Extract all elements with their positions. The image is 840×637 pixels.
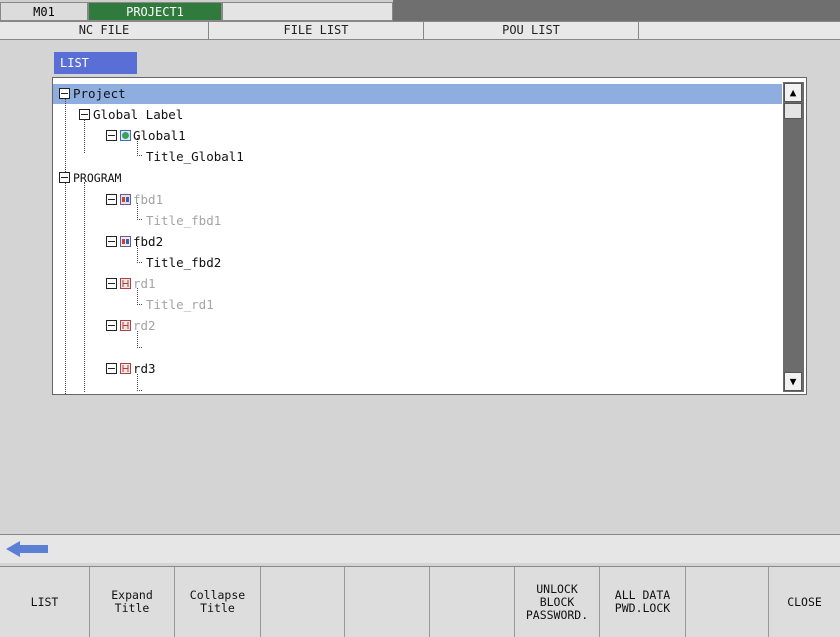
ladder-program-icon xyxy=(120,320,131,331)
tab-empty xyxy=(639,22,840,39)
fbd-program-icon xyxy=(120,194,131,205)
tree-guide-line xyxy=(137,219,142,220)
collapse-icon[interactable] xyxy=(106,278,117,289)
collapse-icon[interactable] xyxy=(59,172,70,183)
scroll-thumb[interactable] xyxy=(784,103,802,119)
tree-node-program[interactable]: PROGRAM xyxy=(59,168,121,188)
list-header: LIST xyxy=(54,52,137,74)
fkey-list-button[interactable]: LIST xyxy=(0,567,90,637)
tree-node-label: PROGRAM xyxy=(73,171,122,185)
tree-guide-line xyxy=(137,304,142,305)
function-key-bar: LIST Expand Title Collapse Title UNLOCK … xyxy=(0,566,840,637)
tree-panel: Project Global Label Global1 Title_Globa… xyxy=(52,77,807,395)
tree-node-title-fbd2[interactable]: Title_fbd2 xyxy=(146,253,221,273)
tree-node-label: rd3 xyxy=(133,361,156,376)
tree-node-global-label[interactable]: Global Label xyxy=(79,105,183,125)
collapse-icon[interactable] xyxy=(106,363,117,374)
tree-node-title-fbd1[interactable]: Title_fbd1 xyxy=(146,211,221,231)
tree-guide-line xyxy=(137,155,142,156)
tree-node-label: Title_fbd1 xyxy=(146,213,222,228)
tree-node-label: rd2 xyxy=(133,318,156,333)
status-bar: M01 PROJECT1 xyxy=(0,0,840,21)
fkey-all-data-pwd-lock-button[interactable]: ALL DATA PWD.LOCK xyxy=(600,567,686,637)
tree-guide-line xyxy=(65,96,66,394)
tree-node-rd2[interactable]: rd2 xyxy=(106,316,156,336)
tree-node-label: rd1 xyxy=(133,276,156,291)
tree-node-label: Title_rd1 xyxy=(146,297,214,312)
back-arrow-icon[interactable] xyxy=(6,540,48,558)
machine-label: M01 xyxy=(0,2,88,21)
tree-node-label: Global1 xyxy=(133,128,186,143)
fkey-empty-5[interactable] xyxy=(345,567,430,637)
fbd-program-icon xyxy=(120,236,131,247)
menu-tab-row: NC FILE FILE LIST POU LIST xyxy=(0,21,840,40)
project-name: PROJECT1 xyxy=(88,2,222,21)
tree-node-label: fbd1 xyxy=(133,192,164,207)
fkey-close-button[interactable]: CLOSE xyxy=(769,567,840,637)
collapse-icon[interactable] xyxy=(106,236,117,247)
fkey-empty-4[interactable] xyxy=(261,567,345,637)
tree-node-fbd2[interactable]: fbd2 xyxy=(106,232,163,252)
tree-node-label: Project xyxy=(73,86,126,101)
tree-node-global1[interactable]: Global1 xyxy=(106,126,186,146)
status-bar-fill xyxy=(393,0,840,21)
tree-guide-line xyxy=(137,390,142,391)
global-label-icon xyxy=(120,130,131,141)
fkey-empty-9[interactable] xyxy=(686,567,769,637)
tree-node-label: fbd2 xyxy=(133,234,164,249)
selected-row-highlight xyxy=(53,84,782,104)
fkey-empty-6[interactable] xyxy=(430,567,515,637)
tab-pou-list[interactable]: POU LIST xyxy=(424,22,639,39)
tree-guide-line xyxy=(137,347,142,348)
collapse-icon[interactable] xyxy=(79,109,90,120)
collapse-icon[interactable] xyxy=(59,88,70,99)
ladder-program-icon xyxy=(120,363,131,374)
scroll-down-button[interactable]: ▼ xyxy=(784,372,802,391)
tab-nc-file[interactable]: NC FILE xyxy=(0,22,209,39)
status-empty-cell xyxy=(222,2,393,21)
collapse-icon[interactable] xyxy=(106,320,117,331)
key-guide-bar xyxy=(0,535,840,563)
tree-node-title-rd1[interactable]: Title_rd1 xyxy=(146,295,214,315)
tree-node-rd3[interactable]: rd3 xyxy=(106,359,156,379)
tree-node-project[interactable]: Project xyxy=(59,84,126,104)
collapse-icon[interactable] xyxy=(106,194,117,205)
fkey-collapse-title-button[interactable]: Collapse Title xyxy=(175,567,261,637)
tab-file-list[interactable]: FILE LIST xyxy=(209,22,424,39)
tree-node-label: Global Label xyxy=(93,107,184,122)
fkey-unlock-block-password-button[interactable]: UNLOCK BLOCK PASSWORD. xyxy=(515,567,600,637)
ladder-program-icon xyxy=(120,278,131,289)
vertical-scrollbar[interactable]: ▲ ▼ xyxy=(783,82,804,392)
tree-guide-line xyxy=(84,182,85,392)
tree-node-fbd1[interactable]: fbd1 xyxy=(106,190,163,210)
collapse-icon[interactable] xyxy=(106,130,117,141)
tree-node-rd1[interactable]: rd1 xyxy=(106,274,156,294)
scroll-up-button[interactable]: ▲ xyxy=(784,83,802,102)
tree-node-label: Title_fbd2 xyxy=(146,255,222,270)
tree-guide-line xyxy=(137,262,142,263)
tree-node-label: Title_Global1 xyxy=(146,149,244,164)
fkey-expand-title-button[interactable]: Expand Title xyxy=(90,567,175,637)
tree-node-title-global1[interactable]: Title_Global1 xyxy=(146,147,244,167)
